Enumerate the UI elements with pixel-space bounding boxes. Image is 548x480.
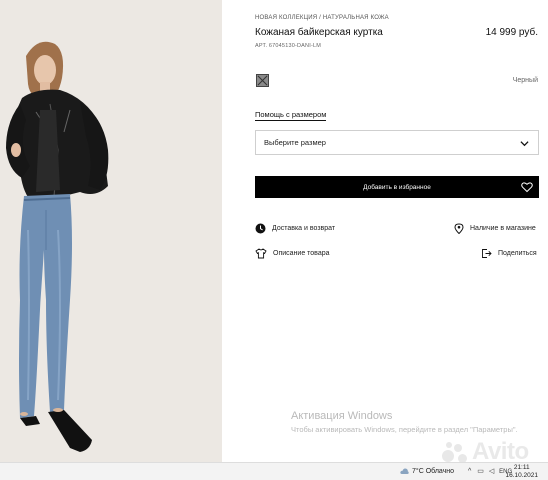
delivery-return-label: Доставка и возврат <box>272 225 336 232</box>
chevron-up-icon[interactable]: ^ <box>468 468 471 475</box>
product-photo[interactable] <box>0 0 222 462</box>
size-select-placeholder: Выберите размер <box>264 138 326 147</box>
model-illustration <box>0 0 222 462</box>
product-page: НОВАЯ КОЛЛЕКЦИЯ / НАТУРАЛЬНАЯ КОЖА Кожан… <box>0 0 548 480</box>
share-link[interactable]: Поделиться <box>481 248 537 259</box>
add-to-favorites-button[interactable]: Добавить в избранное <box>255 176 539 198</box>
product-title: Кожаная байкерская куртка <box>255 27 383 38</box>
heart-icon <box>521 182 533 193</box>
windows-taskbar: 7°C Облачно ^ ▭ ◁ ENG 21:11 16.10.2021 <box>0 462 548 480</box>
size-select[interactable]: Выберите размер <box>255 130 539 155</box>
watermark-title: Активация Windows <box>291 410 393 422</box>
product-description-link[interactable]: Описание товара <box>255 248 330 259</box>
chevron-down-icon <box>520 141 529 147</box>
clock-date: 16.10.2021 <box>505 472 538 479</box>
size-help-link[interactable]: Помощь с размером <box>255 110 327 121</box>
weather-text: 7°C Облачно <box>412 467 455 475</box>
delivery-return-link[interactable]: Доставка и возврат <box>255 223 335 234</box>
product-article: АРТ. 67045130-DANI-LM <box>255 43 322 49</box>
location-pin-icon <box>454 223 464 234</box>
add-to-favorites-label: Добавить в избранное <box>363 183 431 191</box>
clock-time: 21:11 <box>513 464 530 471</box>
volume-icon[interactable]: ◁ <box>489 468 494 475</box>
store-availability-link[interactable]: Наличие в магазине <box>454 223 536 234</box>
weather-widget[interactable]: 7°C Облачно <box>400 467 454 475</box>
network-icon[interactable]: ▭ <box>477 468 484 475</box>
product-price: 14 999 руб. <box>485 27 538 38</box>
avito-dots-icon <box>440 440 470 464</box>
taskbar-clock[interactable]: 21:11 16.10.2021 <box>505 464 538 480</box>
windows-activation-watermark: Активация Windows Чтобы активировать Win… <box>291 410 518 434</box>
share-icon <box>482 249 492 258</box>
color-swatch-black[interactable] <box>256 74 269 87</box>
breadcrumb[interactable]: НОВАЯ КОЛЛЕКЦИЯ / НАТУРАЛЬНАЯ КОЖА <box>255 15 389 21</box>
color-name: Черный <box>512 77 538 84</box>
watermark-subtitle: Чтобы активировать Windows, перейдите в … <box>291 425 518 434</box>
tshirt-icon <box>255 248 267 259</box>
product-description-label: Описание товара <box>273 250 330 257</box>
clock-icon <box>255 223 266 234</box>
product-info-panel: НОВАЯ КОЛЛЕКЦИЯ / НАТУРАЛЬНАЯ КОЖА Кожан… <box>222 0 548 462</box>
store-availability-label: Наличие в магазине <box>470 225 536 232</box>
share-label: Поделиться <box>498 250 537 257</box>
cloud-icon <box>400 468 409 474</box>
